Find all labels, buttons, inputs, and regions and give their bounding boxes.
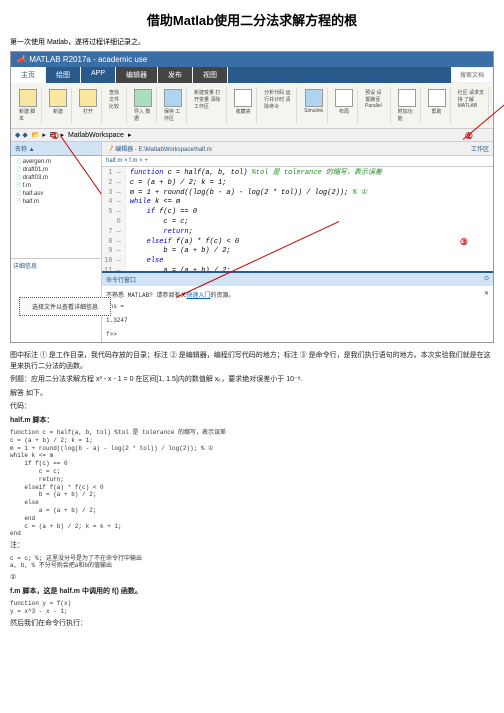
tab-app[interactable]: APP — [81, 67, 115, 83]
mark-1: ① — [51, 131, 59, 142]
btn-vars[interactable]: 新建变量 打开变量 清除工作区 — [190, 87, 227, 124]
cmd-close-icon[interactable]: ⊙ — [484, 275, 489, 284]
btn-community[interactable]: 社区 请求支持 了解 MATLAB — [454, 87, 489, 124]
btn-save-ws[interactable]: 保存 工作区 — [160, 87, 187, 124]
btn-layout[interactable]: 布局 — [331, 87, 358, 124]
path-bar[interactable]: ◆ ◆ 📂 ▸ E: ▸ MatlabWorkspace ▸ — [11, 129, 493, 142]
btn-new[interactable]: 新建 — [45, 87, 72, 124]
btn-help[interactable]: 帮助 — [424, 87, 451, 124]
command-window: 命令行窗口 ⊙ 不熟悉 MATLAB? 请参阅有关快速入门的资源。✕ ans = … — [102, 271, 493, 342]
para: ① — [10, 573, 494, 584]
code-block-half: function c = half(a, b, tol) %tol 是 tole… — [10, 429, 494, 538]
cmd-body[interactable]: 不熟悉 MATLAB? 请参阅有关快速入门的资源。✕ ans = 1.3247f… — [102, 286, 493, 342]
para: 解答 如下。 — [10, 389, 494, 400]
btn-open[interactable]: 打开 — [75, 87, 102, 124]
para: 图中标注 ① 是工作目录，我代码存放的目录；标注 ② 是编辑器，编程们写代码的地… — [10, 351, 494, 372]
btn-addons[interactable]: 附加功能 — [394, 87, 421, 124]
para: f.m 脚本，这是 half.m 中调用的 f() 函数。 — [10, 587, 494, 598]
line-gutter: 1 —2 —3 —4 —5 —67 —8 —9 —10 —11 —12 —13 … — [102, 167, 126, 271]
note-block: c = c; %; 这里没分号是为了不在命令行中输出 a, b, % 不分号则会… — [10, 555, 494, 571]
toolbar: 新建 脚本 新建 打开 查找文件 比较 导入 数据 保存 工作区 新建变量 打开… — [11, 83, 493, 129]
file-item[interactable]: half.asv — [13, 190, 99, 198]
para: half.m 脚本： — [10, 416, 494, 427]
tab-editor[interactable]: 编辑器 — [116, 67, 157, 83]
subtitle: 第一次使用 Matlab，遂将过程详细记录之。 — [10, 37, 494, 47]
filelist-header[interactable]: 名称 ▲ — [11, 142, 101, 156]
file-item[interactable]: half.m — [13, 198, 99, 206]
tab-view[interactable]: 视图 — [193, 67, 227, 83]
tab-home[interactable]: 主页 — [11, 67, 45, 83]
para: 代码： — [10, 402, 494, 413]
detail-message: 选择文件以查看详细信息 — [19, 297, 111, 316]
titlebar: 📣 MATLAB R2017a - academic use — [11, 52, 493, 67]
para: 然后我们在命令行执行： — [10, 619, 494, 630]
btn-fav[interactable]: 收藏夹 — [230, 87, 257, 124]
detail-header: 详细信息 — [11, 258, 101, 272]
cmd-header: 命令行窗口 — [106, 275, 136, 284]
file-item[interactable]: f.m — [13, 182, 99, 190]
editor-pane: 📝 编辑器 - E:\MatlabWorkspace\half.m工作区 hal… — [102, 142, 493, 342]
btn-prefs[interactable]: 预设 设置路径 Parallel — [361, 87, 391, 124]
file-tabs[interactable]: half.m × f.m × + — [102, 156, 493, 167]
file-item[interactable]: draft03.m — [13, 174, 99, 182]
btn-import[interactable]: 导入 数据 — [130, 87, 157, 124]
btn-analyze[interactable]: 分析代码 运行并计时 清除命令 — [260, 87, 297, 124]
editor-titlebar: 📝 编辑器 - E:\MatlabWorkspace\half.m工作区 — [102, 142, 493, 156]
page-title: 借助Matlab使用二分法求解方程的根 — [0, 10, 504, 29]
tab-plot[interactable]: 绘图 — [46, 67, 80, 83]
code-text[interactable]: function c = half(a, b, tol) %tol 是 tole… — [126, 167, 386, 271]
article-body: 图中标注 ① 是工作目录，我代码存放的目录；标注 ② 是编辑器，编程们写代码的地… — [10, 351, 494, 629]
search-box[interactable]: 搜索文档 — [452, 68, 492, 82]
tab-publish[interactable]: 发布 — [158, 67, 192, 83]
btn-find[interactable]: 查找文件 比较 — [105, 87, 127, 124]
quickstart-link[interactable]: 快速入门 — [186, 292, 210, 299]
btn-simulink[interactable]: Simulink — [300, 87, 328, 124]
matlab-ide: 📣 MATLAB R2017a - academic use 主页 绘图 APP… — [10, 51, 494, 343]
para: 注： — [10, 541, 494, 552]
para: 例题：应用二分法求解方程 x³ - x - 1 = 0 在区间[1, 1.5]内… — [10, 375, 494, 386]
btn-new-script[interactable]: 新建 脚本 — [15, 87, 42, 124]
code-block-f: function y = f(x) y = x^3 - x - 1; — [10, 600, 494, 616]
file-item[interactable]: avergen.m — [13, 158, 99, 166]
ribbon-tabs: 主页 绘图 APP 编辑器 发布 视图 搜索文档 — [11, 67, 493, 83]
mark-3: ③ — [460, 237, 468, 248]
code-area[interactable]: 1 —2 —3 —4 —5 —67 —8 —9 —10 —11 —12 —13 … — [102, 167, 493, 271]
